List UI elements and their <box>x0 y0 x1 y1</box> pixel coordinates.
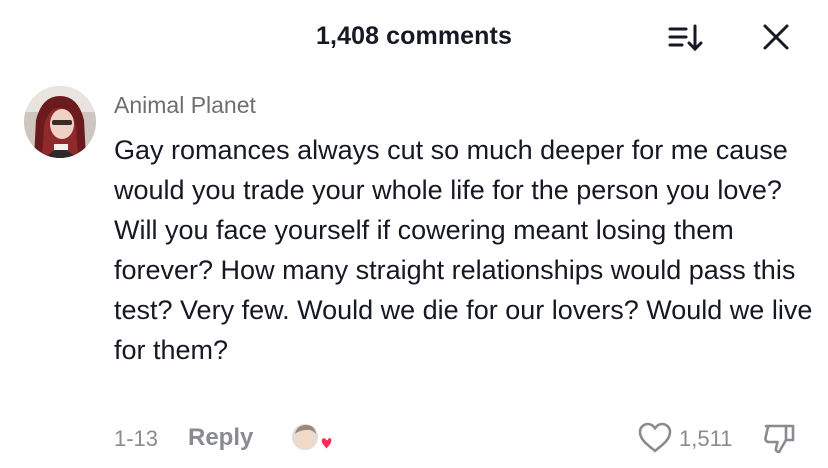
comment-text: Gay romances always cut so much deeper f… <box>114 135 813 365</box>
creator-liked-badge <box>288 420 333 456</box>
like-count: 1,511 <box>679 426 733 451</box>
close-button[interactable] <box>755 20 795 56</box>
thumbs-down-icon <box>764 424 795 454</box>
user-avatar[interactable] <box>24 86 96 158</box>
dislike-button[interactable] <box>760 420 800 456</box>
sort-button[interactable] <box>664 20 708 56</box>
comments-header: 1,408 comments <box>0 0 828 76</box>
comment-author[interactable]: Animal Planet <box>114 92 256 119</box>
comment-date: 1-13 <box>114 426 159 451</box>
avatar-image <box>24 86 96 158</box>
reply-button[interactable]: Reply <box>188 424 253 452</box>
sort-list-icon <box>668 24 703 52</box>
like-button[interactable] <box>636 420 674 456</box>
creator-liked-icon <box>290 422 333 452</box>
comment-actions: 1-13 Reply 1,511 <box>0 420 828 456</box>
heart-outline-icon <box>638 422 672 453</box>
close-icon <box>763 24 789 50</box>
